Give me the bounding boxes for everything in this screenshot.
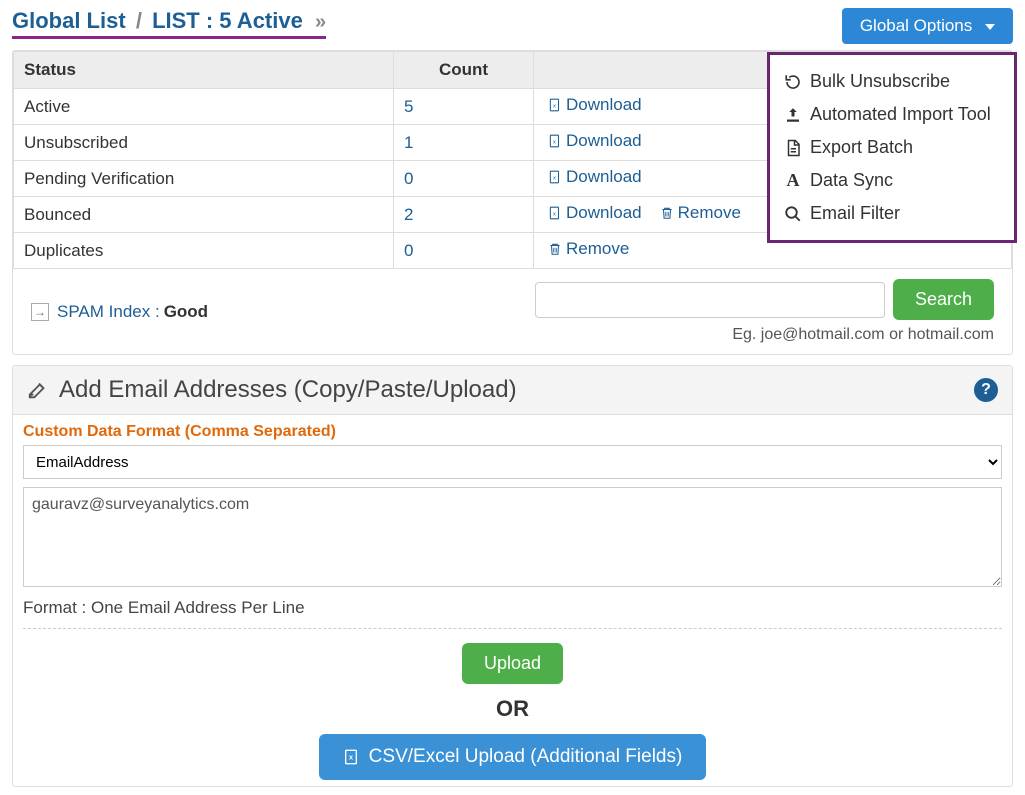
caret-down-icon xyxy=(985,24,995,30)
status-cell: Duplicates xyxy=(14,233,394,269)
status-cell: Unsubscribed xyxy=(14,125,394,161)
spam-index-label: SPAM Index : xyxy=(57,302,160,322)
trash-icon xyxy=(660,205,674,221)
global-options-button[interactable]: Global Options xyxy=(842,8,1013,44)
spam-index-value: Good xyxy=(164,302,208,322)
count-cell: 0 xyxy=(394,233,534,269)
global-options-dropdown: Bulk Unsubscribe Automated Import Tool E… xyxy=(767,52,1017,243)
panel-title-text: Add Email Addresses (Copy/Paste/Upload) xyxy=(59,376,517,404)
file-icon xyxy=(784,139,802,157)
search-button[interactable]: Search xyxy=(893,279,994,320)
search-icon xyxy=(784,205,802,223)
svg-text:x: x xyxy=(349,753,354,762)
divider xyxy=(23,628,1002,629)
menu-item-data-sync[interactable]: A Data Sync xyxy=(776,164,1008,197)
download-link[interactable]: xDownload xyxy=(548,167,642,187)
breadcrumb[interactable]: Global List / LIST : 5 Active » xyxy=(12,8,326,39)
edit-icon xyxy=(27,379,49,401)
font-a-icon: A xyxy=(784,170,802,191)
excel-file-icon: x xyxy=(343,748,359,766)
breadcrumb-separator: / xyxy=(136,8,142,33)
svg-text:x: x xyxy=(553,139,556,145)
search-hint: Eg. joe@hotmail.com or hotmail.com xyxy=(732,326,994,344)
csv-excel-upload-button[interactable]: x CSV/Excel Upload (Additional Fields) xyxy=(319,734,707,780)
menu-item-automated-import-tool[interactable]: Automated Import Tool xyxy=(776,98,1008,131)
header-status: Status xyxy=(14,52,394,89)
excel-icon: x xyxy=(548,97,562,113)
svg-text:x: x xyxy=(553,103,556,109)
help-button[interactable]: ? xyxy=(974,378,998,402)
upload-button[interactable]: Upload xyxy=(462,643,563,684)
download-link[interactable]: xDownload xyxy=(548,203,642,223)
menu-item-export-batch[interactable]: Export Batch xyxy=(776,131,1008,164)
upload-icon xyxy=(784,106,802,124)
format-select[interactable]: EmailAddress xyxy=(23,445,1002,479)
count-link[interactable]: 5 xyxy=(404,97,413,116)
download-link[interactable]: xDownload xyxy=(548,95,642,115)
menu-item-label: Export Batch xyxy=(810,137,913,158)
count-link[interactable]: 2 xyxy=(404,205,413,224)
remove-link[interactable]: Remove xyxy=(660,203,741,223)
email-textarea[interactable] xyxy=(23,487,1002,587)
panel-title: Add Email Addresses (Copy/Paste/Upload) xyxy=(27,376,517,404)
download-link[interactable]: xDownload xyxy=(548,131,642,151)
add-email-panel: Add Email Addresses (Copy/Paste/Upload) … xyxy=(12,365,1013,787)
count-cell: 0 xyxy=(394,161,534,197)
trash-icon xyxy=(548,241,562,257)
menu-item-label: Bulk Unsubscribe xyxy=(810,71,950,92)
menu-item-label: Email Filter xyxy=(810,203,900,224)
header-count: Count xyxy=(394,52,534,89)
svg-text:x: x xyxy=(553,211,556,217)
count-cell: 5 xyxy=(394,89,534,125)
search-input[interactable] xyxy=(535,282,885,318)
excel-icon: x xyxy=(548,205,562,221)
breadcrumb-global-list[interactable]: Global List xyxy=(12,8,126,33)
count-cell: 2 xyxy=(394,197,534,233)
menu-item-label: Data Sync xyxy=(810,170,893,191)
format-hint: Format : One Email Address Per Line xyxy=(13,598,1012,628)
menu-item-bulk-unsubscribe[interactable]: Bulk Unsubscribe xyxy=(776,65,1008,98)
remove-link[interactable]: Remove xyxy=(548,239,629,259)
global-options-label: Global Options xyxy=(860,16,972,35)
status-cell: Active xyxy=(14,89,394,125)
excel-icon: x xyxy=(548,169,562,185)
expand-arrow-icon[interactable]: → xyxy=(31,303,49,321)
count-link[interactable]: 0 xyxy=(404,241,413,260)
chevron-right-icon: » xyxy=(315,11,326,33)
breadcrumb-list-active[interactable]: LIST : 5 Active xyxy=(152,8,303,33)
count-link[interactable]: 1 xyxy=(404,133,413,152)
status-cell: Pending Verification xyxy=(14,161,394,197)
menu-item-email-filter[interactable]: Email Filter xyxy=(776,197,1008,230)
svg-text:x: x xyxy=(553,175,556,181)
status-cell: Bounced xyxy=(14,197,394,233)
excel-icon: x xyxy=(548,133,562,149)
csv-button-label: CSV/Excel Upload (Additional Fields) xyxy=(369,746,683,768)
custom-format-label: Custom Data Format (Comma Separated) xyxy=(13,415,1012,445)
or-text: OR xyxy=(13,696,1012,722)
count-cell: 1 xyxy=(394,125,534,161)
menu-item-label: Automated Import Tool xyxy=(810,104,991,125)
spam-index-link[interactable]: → SPAM Index : Good xyxy=(31,302,208,322)
count-link[interactable]: 0 xyxy=(404,169,413,188)
undo-icon xyxy=(784,73,802,91)
